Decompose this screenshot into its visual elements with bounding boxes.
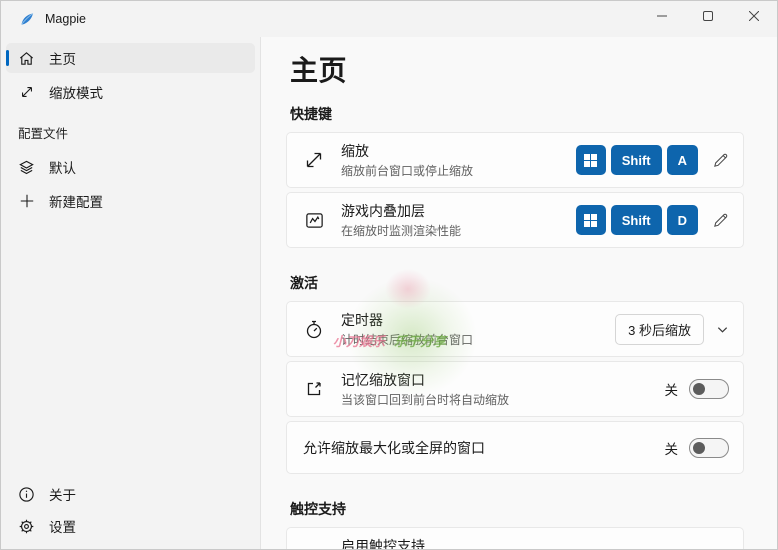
card-title: 游戏内叠加层 (341, 203, 425, 219)
gear-icon (18, 518, 35, 535)
card-remember-window: 记忆缩放窗口 当该窗口回到前台时将自动缩放 关 (286, 361, 744, 417)
titlebar: Magpie (1, 1, 777, 37)
toggle-state-label: 关 (664, 441, 679, 457)
magpie-window: Magpie 主页 缩放模式 配置文件 默认 新建配置 关于 设置 小刀娱乐 乐… (0, 0, 778, 550)
close-icon (749, 11, 759, 21)
maximize-button[interactable] (685, 1, 731, 31)
main-content: 小刀娱乐 乐于分享 主页 快捷键 缩放 缩放前台窗口或停止缩放 Shift A … (261, 37, 777, 549)
card-title: 缩放 (341, 143, 369, 159)
windows-key[interactable] (575, 145, 606, 175)
card-text: 游戏内叠加层 在缩放时监测渲染性能 (341, 201, 571, 239)
card-text: 缩放 缩放前台窗口或停止缩放 (341, 141, 571, 179)
card-allow-fullscreen: 允许缩放最大化或全屏的窗口 关 (286, 421, 744, 474)
home-icon (18, 50, 35, 67)
card-text: 定时器 计时结束后缩放前台窗口 (341, 310, 615, 348)
card-controls: Shift A (571, 145, 729, 175)
section-shortcuts-label: 快捷键 (290, 106, 332, 122)
titlebar-left: Magpie (1, 1, 86, 27)
layers-icon (18, 159, 35, 176)
card-timer: 定时器 计时结束后缩放前台窗口 3 秒后缩放 (286, 301, 744, 357)
app-body: 主页 缩放模式 配置文件 默认 新建配置 关于 设置 小刀娱乐 乐于分享 主页 … (1, 37, 777, 549)
section-activation-label: 激活 (290, 275, 318, 291)
resize-arrows-icon (18, 84, 35, 101)
remember-window-icon (303, 379, 325, 399)
sidebar-item-label: 新建配置 (49, 195, 103, 210)
overlay-graph-icon (303, 210, 325, 231)
edit-shortcut-button[interactable] (712, 212, 729, 229)
card-subtitle: 缩放前台窗口或停止缩放 (341, 164, 474, 178)
windows-key[interactable] (575, 205, 606, 235)
sidebar-item-settings[interactable]: 设置 (6, 511, 255, 541)
card-text: 启用触控支持 需提供管理员权限才能更改此选项 了解更多 (341, 536, 665, 549)
card-title: 记忆缩放窗口 (341, 372, 425, 388)
sidebar-item-scaling-modes[interactable]: 缩放模式 (6, 77, 255, 107)
card-touch-support: 启用触控支持 需提供管理员权限才能更改此选项 了解更多 关 (286, 527, 744, 549)
card-title: 定时器 (341, 312, 383, 328)
plus-icon (18, 193, 35, 210)
card-subtitle: 计时结束后缩放前台窗口 (341, 333, 474, 347)
windows-logo-icon (584, 153, 598, 167)
toggle-state-label: 关 (664, 383, 679, 398)
section-touch-label: 触控支持 (290, 501, 346, 517)
card-controls: 关 (664, 379, 729, 399)
scale-icon (303, 149, 325, 171)
sidebar-item-label: 主页 (49, 52, 76, 67)
remember-window-toggle[interactable] (689, 379, 729, 399)
card-text: 允许缩放最大化或全屏的窗口 (303, 438, 665, 458)
timer-icon (303, 319, 325, 340)
sidebar-item-default-profile[interactable]: 默认 (6, 152, 255, 182)
sidebar-item-label: 默认 (49, 161, 76, 176)
sidebar-item-home[interactable]: 主页 (6, 43, 255, 73)
page-title: 主页 (290, 55, 348, 86)
toggle-knob (693, 441, 705, 454)
sidebar-item-label: 关于 (49, 488, 76, 503)
shift-key[interactable]: Shift (610, 205, 662, 235)
sidebar-item-label: 缩放模式 (49, 86, 103, 101)
card-controls: Shift D (571, 205, 729, 235)
shift-key[interactable]: Shift (610, 145, 662, 175)
magpie-logo-icon (18, 10, 35, 27)
letter-key[interactable]: D (666, 205, 698, 235)
sidebar: 主页 缩放模式 配置文件 默认 新建配置 关于 设置 (1, 37, 261, 549)
sidebar-footer: 关于 设置 (1, 477, 260, 549)
allow-fullscreen-toggle[interactable] (689, 437, 729, 458)
expander-chevron-button[interactable] (716, 323, 729, 336)
timer-delay-dropdown[interactable]: 3 秒后缩放 (615, 313, 704, 345)
sidebar-item-new-profile[interactable]: 新建配置 (6, 186, 255, 216)
card-controls: 关 (664, 437, 729, 458)
windows-logo-icon (584, 213, 598, 227)
toggle-knob (693, 383, 705, 395)
info-icon (18, 486, 35, 503)
sidebar-item-about[interactable]: 关于 (6, 479, 255, 509)
app-title: Magpie (45, 11, 86, 26)
sidebar-section-profiles: 配置文件 (18, 127, 69, 141)
close-button[interactable] (731, 1, 777, 31)
card-subtitle: 在缩放时监测渲染性能 (341, 224, 462, 238)
edit-shortcut-button[interactable] (712, 152, 729, 169)
maximize-icon (703, 11, 713, 21)
letter-key[interactable]: A (666, 145, 698, 175)
sidebar-item-label: 设置 (49, 520, 76, 535)
minimize-icon (657, 15, 667, 17)
card-text: 记忆缩放窗口 当该窗口回到前台时将自动缩放 (341, 370, 665, 408)
pencil-icon (714, 153, 728, 167)
caption-buttons (639, 1, 777, 31)
card-title: 允许缩放最大化或全屏的窗口 (303, 439, 485, 456)
card-controls: 3 秒后缩放 (615, 313, 729, 345)
card-scale-shortcut: 缩放 缩放前台窗口或停止缩放 Shift A (286, 132, 744, 188)
card-overlay-shortcut: 游戏内叠加层 在缩放时监测渲染性能 Shift D (286, 192, 744, 248)
card-subtitle: 当该窗口回到前台时将自动缩放 (341, 393, 510, 407)
chevron-down-icon (717, 326, 728, 333)
minimize-button[interactable] (639, 1, 685, 31)
pencil-icon (714, 213, 728, 227)
card-title: 启用触控支持 (341, 538, 425, 549)
